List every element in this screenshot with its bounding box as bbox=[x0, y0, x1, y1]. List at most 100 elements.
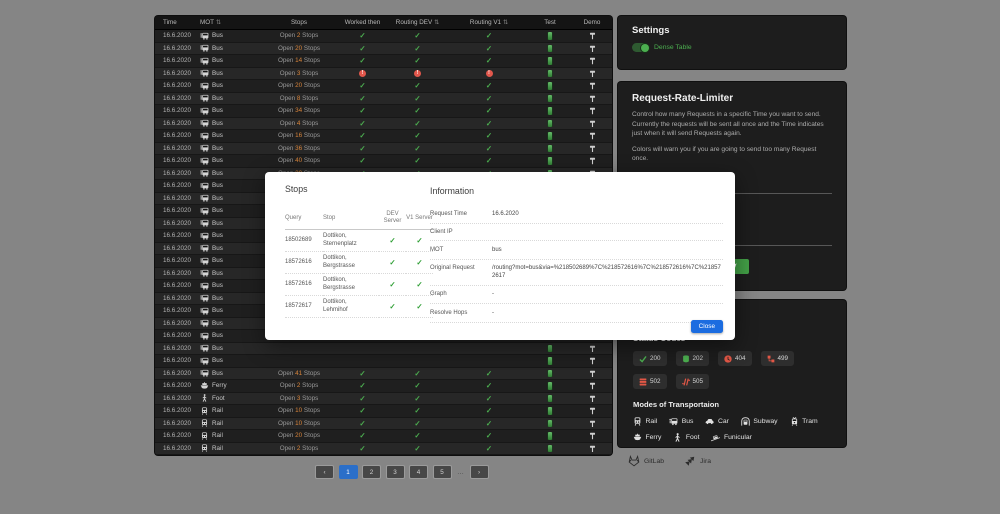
vial-icon[interactable] bbox=[548, 70, 552, 78]
hammer-icon[interactable] bbox=[589, 82, 596, 90]
jira-link[interactable]: Jira bbox=[684, 455, 711, 467]
sort-icon[interactable]: ⇅ bbox=[216, 19, 221, 26]
vial-icon[interactable] bbox=[548, 345, 552, 353]
vial-icon[interactable] bbox=[548, 145, 552, 153]
hammer-icon[interactable] bbox=[589, 45, 596, 53]
mode-bus[interactable]: Bus bbox=[669, 417, 693, 426]
column-header-routing-dev[interactable]: Routing DEV⇅ bbox=[385, 19, 450, 26]
hammer-icon[interactable] bbox=[589, 357, 596, 365]
hammer-icon[interactable] bbox=[589, 145, 596, 153]
status-chip-499[interactable]: 499 bbox=[761, 351, 795, 366]
vial-icon[interactable] bbox=[548, 45, 552, 53]
hammer-icon[interactable] bbox=[589, 32, 596, 40]
vial-icon[interactable] bbox=[548, 357, 552, 365]
vial-icon[interactable] bbox=[548, 95, 552, 103]
sort-icon[interactable]: ⇅ bbox=[434, 19, 439, 26]
hammer-icon[interactable] bbox=[589, 382, 596, 390]
vial-icon[interactable] bbox=[548, 82, 552, 90]
open-stops-link[interactable]: Open 8 Stops bbox=[280, 95, 319, 102]
hammer-icon[interactable] bbox=[589, 95, 596, 103]
status-chip-200[interactable]: 200 bbox=[633, 351, 667, 366]
status-chip-404[interactable]: 404 bbox=[718, 351, 752, 366]
dense-table-toggle[interactable] bbox=[632, 43, 649, 52]
hammer-icon[interactable] bbox=[589, 432, 596, 440]
open-stops-link[interactable]: Open 20 Stops bbox=[278, 45, 320, 52]
hammer-icon[interactable] bbox=[589, 132, 596, 140]
open-stops-link[interactable]: Open 16 Stops bbox=[278, 132, 320, 139]
open-stops-link[interactable]: Open 2 Stops bbox=[280, 32, 319, 39]
column-header-routing-v1[interactable]: Routing V1⇅ bbox=[450, 19, 528, 26]
hammer-icon[interactable] bbox=[589, 395, 596, 403]
hammer-icon[interactable] bbox=[589, 345, 596, 353]
hammer-icon[interactable] bbox=[589, 70, 596, 78]
column-header-demo[interactable]: Demo bbox=[572, 19, 612, 26]
vial-icon[interactable] bbox=[548, 57, 552, 65]
mode-subway[interactable]: Subway bbox=[741, 417, 778, 426]
hammer-icon[interactable] bbox=[589, 407, 596, 415]
vial-icon[interactable] bbox=[548, 445, 552, 453]
status-chip-505[interactable]: 505 bbox=[676, 374, 710, 389]
error-icon[interactable]: ! bbox=[414, 70, 421, 77]
vial-icon[interactable] bbox=[548, 32, 552, 40]
sort-icon[interactable]: ⇅ bbox=[503, 19, 508, 26]
column-header-test[interactable]: Test bbox=[528, 19, 572, 26]
error-icon[interactable]: ! bbox=[486, 70, 493, 77]
open-stops-link[interactable]: Open 20 Stops bbox=[278, 432, 320, 439]
open-stops-link[interactable]: Open 4 Stops bbox=[280, 120, 319, 127]
column-header-time[interactable]: Time bbox=[155, 19, 200, 26]
open-stops-link[interactable]: Open 2 Stops bbox=[280, 445, 319, 452]
hammer-icon[interactable] bbox=[589, 157, 596, 165]
open-stops-link[interactable]: Open 2 Stops bbox=[280, 382, 319, 389]
open-stops-link[interactable]: Open 34 Stops bbox=[278, 107, 320, 114]
hammer-icon[interactable] bbox=[589, 370, 596, 378]
vial-icon[interactable] bbox=[548, 120, 552, 128]
vial-icon[interactable] bbox=[548, 382, 552, 390]
status-chip-502[interactable]: 502 bbox=[633, 374, 667, 389]
mode-tram[interactable]: Tram bbox=[790, 417, 818, 426]
page-button-3[interactable]: 3 bbox=[386, 465, 405, 479]
open-stops-link[interactable]: Open 41 Stops bbox=[278, 370, 320, 377]
hammer-icon[interactable] bbox=[589, 420, 596, 428]
hammer-icon[interactable] bbox=[589, 120, 596, 128]
vial-icon[interactable] bbox=[548, 395, 552, 403]
column-header-worked-then[interactable]: Worked then bbox=[340, 19, 385, 26]
vial-icon[interactable] bbox=[548, 370, 552, 378]
mode-ferry[interactable]: Ferry bbox=[633, 433, 661, 442]
mode-rail[interactable]: Rail bbox=[633, 417, 657, 426]
mode-funicular[interactable]: Funicular bbox=[711, 433, 751, 442]
hammer-icon[interactable] bbox=[589, 107, 596, 115]
open-stops-link[interactable]: Open 36 Stops bbox=[278, 145, 320, 152]
close-button[interactable]: Close bbox=[691, 320, 723, 333]
prev-page-button[interactable]: ‹ bbox=[315, 465, 334, 479]
page-button-4[interactable]: 4 bbox=[409, 465, 428, 479]
error-icon[interactable]: ! bbox=[359, 70, 366, 77]
vial-icon[interactable] bbox=[548, 157, 552, 165]
page-button-1[interactable]: 1 bbox=[339, 465, 358, 479]
vial-icon[interactable] bbox=[548, 132, 552, 140]
open-stops-link[interactable]: Open 3 Stops bbox=[280, 70, 319, 77]
vial-icon[interactable] bbox=[548, 107, 552, 115]
mode-foot[interactable]: Foot bbox=[673, 433, 699, 442]
status-chip-202[interactable]: 202 bbox=[676, 351, 710, 366]
vial-icon[interactable] bbox=[548, 407, 552, 415]
next-page-button[interactable]: › bbox=[470, 465, 489, 479]
vial-icon[interactable] bbox=[548, 432, 552, 440]
row-demo bbox=[572, 145, 612, 153]
hammer-icon[interactable] bbox=[589, 57, 596, 65]
page-button-2[interactable]: 2 bbox=[362, 465, 381, 479]
open-stops-link[interactable]: Open 14 Stops bbox=[278, 57, 320, 64]
open-stops-link[interactable]: Open 10 Stops bbox=[278, 407, 320, 414]
gitlab-link[interactable]: GitLab bbox=[628, 455, 664, 467]
column-header-mot[interactable]: MOT⇅ bbox=[200, 19, 258, 26]
vial-icon[interactable] bbox=[548, 420, 552, 428]
open-stops-link[interactable]: Open 40 Stops bbox=[278, 157, 320, 164]
column-header-stops[interactable]: Stops bbox=[258, 19, 340, 26]
page-button-5[interactable]: 5 bbox=[433, 465, 452, 479]
row-time: 16.6.2020 bbox=[155, 157, 200, 164]
open-stops-link[interactable]: Open 10 Stops bbox=[278, 420, 320, 427]
open-stops-link[interactable]: Open 3 Stops bbox=[280, 395, 319, 402]
hammer-icon[interactable] bbox=[589, 445, 596, 453]
open-stops-link[interactable]: Open 20 Stops bbox=[278, 82, 320, 89]
mode-car[interactable]: Car bbox=[705, 417, 728, 426]
info-value: - bbox=[492, 291, 723, 298]
